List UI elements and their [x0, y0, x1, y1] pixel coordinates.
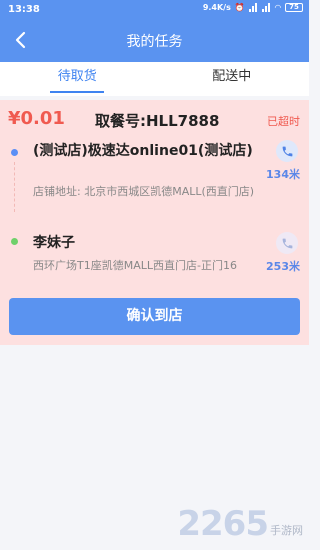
status-badge: 已超时	[267, 115, 300, 128]
title-bar: 我的任务	[0, 20, 309, 62]
watermark-number: 2265	[177, 504, 269, 544]
page-title: 我的任务	[126, 34, 183, 50]
store-address: 店铺地址: 北京市西城区凯德MALL(西直门店)	[33, 185, 255, 198]
call-customer-button[interactable]	[276, 232, 298, 254]
call-store-button[interactable]	[276, 140, 298, 162]
store-distance: 134米	[266, 168, 300, 181]
store-name: (测试店)极速达online01(测试店)	[33, 143, 253, 159]
status-time: 13:38	[8, 4, 40, 15]
task-tabs: 待取货 配送中	[0, 62, 309, 96]
confirm-arrival-button[interactable]: 确认到店	[9, 298, 300, 335]
customer-distance: 253米	[266, 260, 300, 273]
watermark-text: 手游网	[270, 524, 303, 537]
pickup-code: 取餐号:HLL7888	[95, 112, 220, 130]
signal-icon	[248, 3, 258, 12]
tab-awaiting-pickup[interactable]: 待取货	[0, 62, 155, 96]
alarm-icon: ⏰	[234, 3, 245, 12]
order-price: ¥0.01	[8, 108, 65, 129]
order-card[interactable]: ¥0.01 取餐号:HLL7888 已超时 (测试店)极速达online01(测…	[0, 100, 309, 345]
customer-address: 西环广场T1座凯德MALL西直门店-正门16	[33, 259, 237, 272]
customer-name: 李妹子	[33, 235, 75, 251]
route-connector	[14, 162, 15, 212]
wifi-icon: ◠	[274, 3, 281, 12]
customer-marker-dot	[11, 238, 18, 245]
phone-icon	[282, 238, 292, 248]
signal-icon-2	[261, 3, 271, 12]
tab-delivering[interactable]: 配送中	[155, 62, 310, 96]
network-speed: 9.4K/s	[202, 3, 231, 12]
status-bar: 13:38 9.4K/s ⏰ ◠ 75	[0, 0, 309, 20]
phone-icon	[282, 146, 292, 156]
status-indicators: 9.4K/s ⏰ ◠ 75	[203, 3, 303, 12]
watermark-logo: 2265 手游网	[177, 504, 303, 544]
battery-icon: 75	[285, 3, 303, 12]
store-marker-dot	[11, 149, 18, 156]
app-header: 13:38 9.4K/s ⏰ ◠ 75 我的任务	[0, 0, 309, 62]
